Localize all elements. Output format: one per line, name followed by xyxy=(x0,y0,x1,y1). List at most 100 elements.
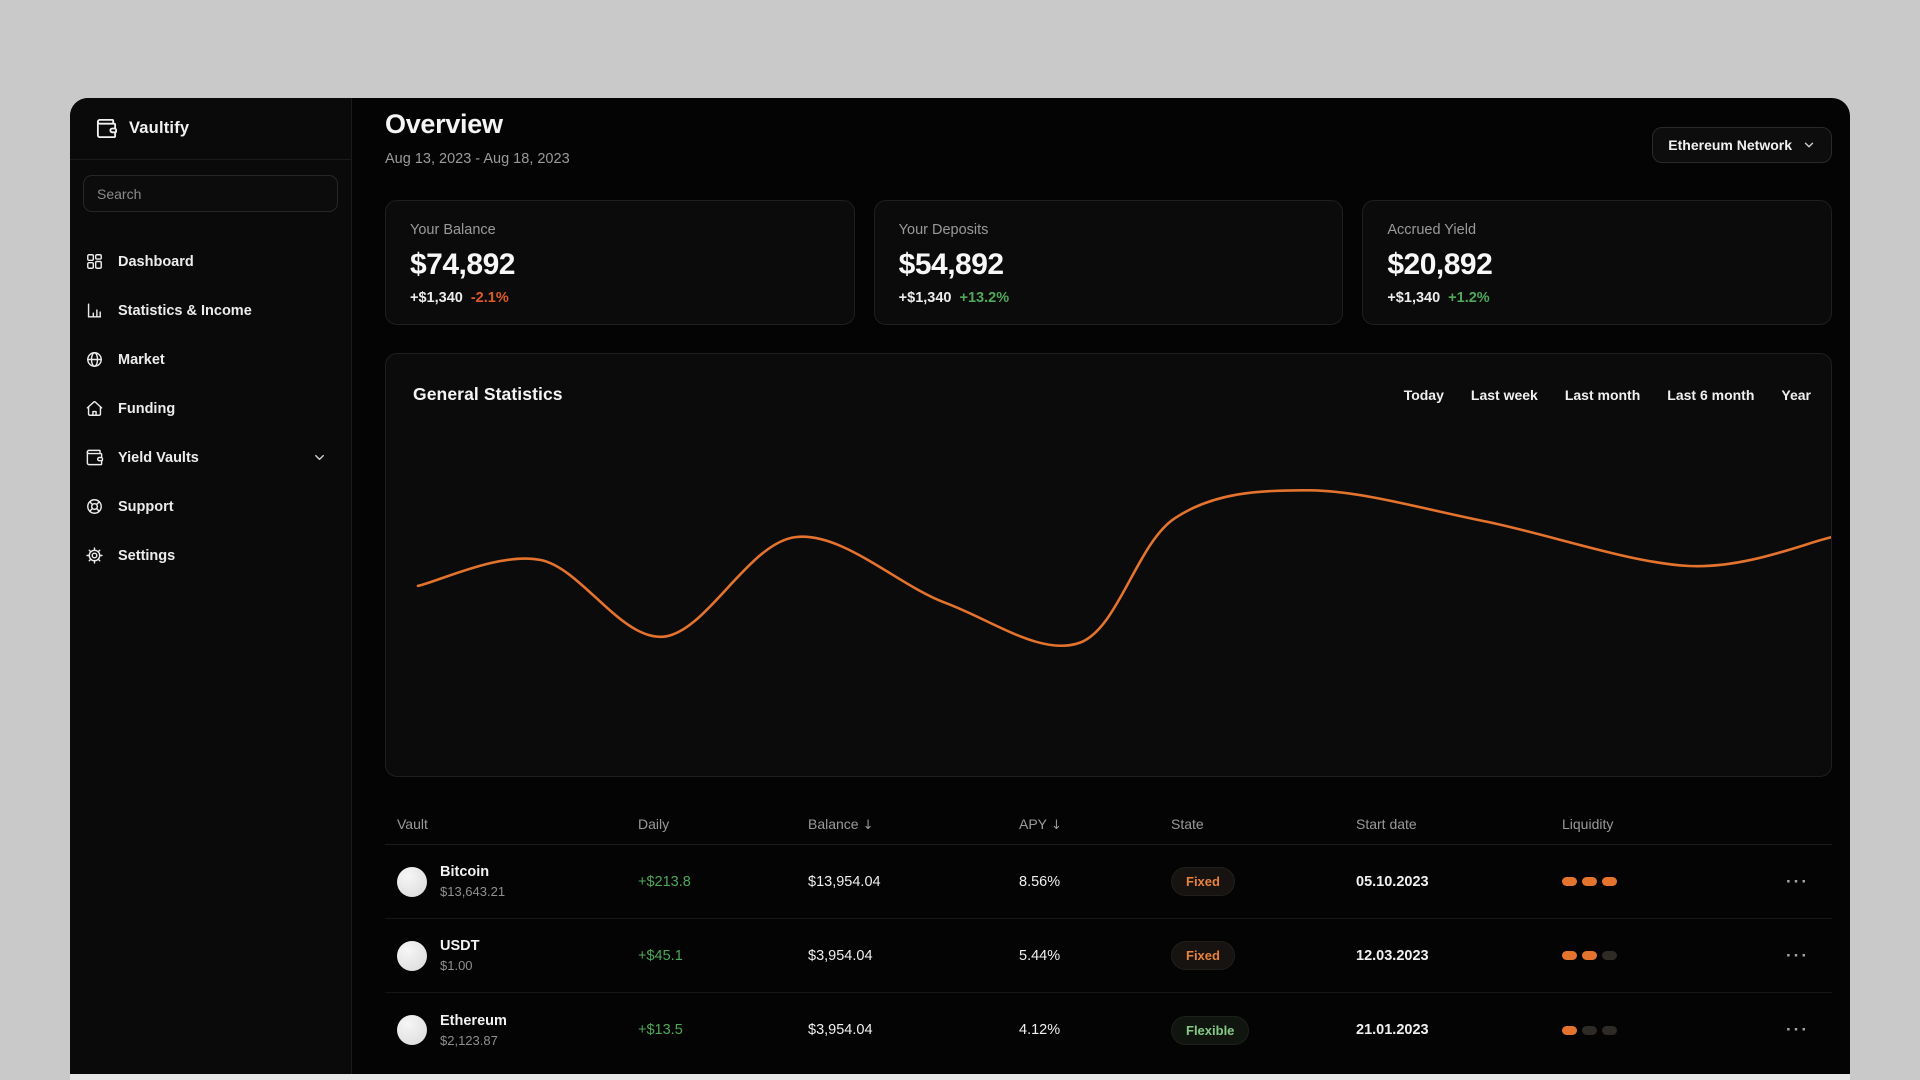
liquidity-indicator xyxy=(1562,877,1763,886)
coin-price: $1.00 xyxy=(440,958,473,973)
coin-avatar xyxy=(397,1015,427,1045)
sidebar-item-statistics[interactable]: Statistics & Income xyxy=(70,286,351,335)
vaults-table: Vault Daily Balance ↓ APY ↓ State Start da… xyxy=(385,804,1832,1067)
delta-amount: +$1,340 xyxy=(898,290,952,306)
sidebar-item-label: Statistics & Income xyxy=(118,302,252,319)
col-vault: Vault xyxy=(397,816,428,832)
stat-cards: Your Balance $74,892 +$1,340 -2.1% Your … xyxy=(385,200,1833,325)
app-window: Vaultify Dashboard Statistics & Income xyxy=(70,98,1850,1080)
coin-name: Bitcoin xyxy=(440,864,490,880)
start-date: 05.10.2023 xyxy=(1356,873,1429,890)
state-badge: Flexible xyxy=(1171,1015,1250,1045)
apy-value: 8.56% xyxy=(1019,873,1061,890)
table-header: Vault Daily Balance ↓ APY ↓ State Start da… xyxy=(385,804,1832,845)
sidebar-item-funding[interactable]: Funding xyxy=(70,384,351,433)
wallet-logo-icon xyxy=(95,117,118,140)
network-selector[interactable]: Ethereum Network xyxy=(1652,127,1832,163)
app-title: Vaultify xyxy=(129,119,190,137)
page-title: Overview xyxy=(385,109,503,139)
card-label: Your Deposits xyxy=(898,222,989,238)
chevron-down-icon xyxy=(1804,142,1814,148)
coin-avatar xyxy=(397,940,427,971)
daily-change: +$13.5 xyxy=(638,1022,683,1038)
sidebar-item-label: Settings xyxy=(118,547,176,564)
card-delta: +$1,340 +1.2% xyxy=(1387,290,1807,306)
col-state: State xyxy=(1171,816,1204,832)
logo: Vaultify xyxy=(70,98,351,160)
balance-value: $3,954.04 xyxy=(808,1022,873,1038)
liquidity-indicator xyxy=(1562,951,1763,960)
general-statistics-panel: General Statistics Today Last week Last … xyxy=(385,353,1832,777)
wallet-icon xyxy=(86,449,104,466)
daily-change: +$213.8 xyxy=(638,873,691,890)
sidebar-nav: Dashboard Statistics & Income Market Fun… xyxy=(70,237,351,580)
row-actions-button[interactable]: ··· xyxy=(1763,872,1832,892)
row-actions-button[interactable]: ··· xyxy=(1763,946,1832,966)
card-delta: +$1,340 +13.2% xyxy=(899,290,1319,306)
state-badge: Fixed xyxy=(1171,867,1235,896)
table-row-bitcoin[interactable]: Bitcoin $13,643.21 +$213.8 $13,954.04 8.… xyxy=(385,845,1832,919)
delta-percent: +13.2% xyxy=(959,290,1010,306)
sidebar: Vaultify Dashboard Statistics & Income xyxy=(70,98,352,1080)
col-start-date: Start date xyxy=(1356,816,1417,832)
col-liquidity: Liquidity xyxy=(1562,816,1614,832)
globe-icon xyxy=(87,352,102,367)
coin-name: Ethereum xyxy=(440,1012,507,1029)
main-content: Overview Aug 13, 2023 - Aug 18, 2023 Eth… xyxy=(352,98,1850,1080)
sidebar-item-label: Funding xyxy=(118,400,176,417)
sort-down-icon: ↓ xyxy=(1051,817,1062,833)
gear-icon xyxy=(86,547,103,564)
statistics-line-chart xyxy=(416,489,1831,648)
state-badge: Fixed xyxy=(1171,941,1235,970)
apy-value: 5.44% xyxy=(1019,947,1061,964)
card-value: $20,892 xyxy=(1387,248,1493,281)
lifebuoy-icon xyxy=(87,499,102,514)
apy-value: 4.12% xyxy=(1019,1022,1061,1038)
col-apy[interactable]: APY ↓ xyxy=(1019,816,1171,833)
card-value: $54,892 xyxy=(898,248,1004,281)
sidebar-item-settings[interactable]: Settings xyxy=(70,531,351,580)
search-input[interactable] xyxy=(83,175,338,212)
col-daily: Daily xyxy=(638,816,670,832)
sidebar-item-market[interactable]: Market xyxy=(70,335,351,384)
card-label: Your Balance xyxy=(410,222,496,238)
bottom-edge-strip xyxy=(70,1074,1850,1080)
balance-card: Your Balance $74,892 +$1,340 -2.1% xyxy=(385,200,855,325)
delta-percent: -2.1% xyxy=(470,290,509,306)
network-selector-label: Ethereum Network xyxy=(1668,137,1792,153)
sidebar-item-dashboard[interactable]: Dashboard xyxy=(70,237,351,286)
date-range: Aug 13, 2023 - Aug 18, 2023 xyxy=(385,151,570,167)
deposits-card: Your Deposits $54,892 +$1,340 +13.2% xyxy=(873,200,1344,325)
sidebar-item-label: Support xyxy=(118,498,174,515)
sidebar-item-yield-vaults[interactable]: Yield Vaults xyxy=(70,433,351,482)
coin-price: $2,123.87 xyxy=(440,1032,498,1048)
sidebar-item-support[interactable]: Support xyxy=(70,482,351,531)
card-label: Accrued Yield xyxy=(1387,222,1477,238)
sidebar-item-label: Yield Vaults xyxy=(118,449,199,466)
chevron-down-icon xyxy=(315,454,324,461)
delta-percent: +1.2% xyxy=(1448,290,1490,306)
sidebar-item-label: Market xyxy=(118,351,165,368)
delta-amount: +$1,340 xyxy=(1387,290,1441,306)
start-date: 21.01.2023 xyxy=(1356,1022,1429,1038)
start-date: 12.03.2023 xyxy=(1356,947,1429,964)
balance-value: $3,954.04 xyxy=(808,947,873,964)
sidebar-item-label: Dashboard xyxy=(118,253,194,270)
dashboard-icon xyxy=(87,254,102,269)
coin-price: $13,643.21 xyxy=(440,884,506,899)
table-row-ethereum[interactable]: Ethereum $2,123.87 +$13.5 $3,954.04 4.12… xyxy=(385,993,1832,1067)
sort-down-icon: ↓ xyxy=(862,817,874,833)
daily-change: +$45.1 xyxy=(638,947,683,964)
home-icon xyxy=(86,401,103,416)
delta-amount: +$1,340 xyxy=(410,290,463,306)
row-actions-button[interactable]: ··· xyxy=(1763,1020,1832,1040)
card-value: $74,892 xyxy=(410,248,515,281)
yield-card: Accrued Yield $20,892 +$1,340 +1.2% xyxy=(1362,200,1833,325)
coin-name: USDT xyxy=(440,938,480,954)
coin-avatar xyxy=(397,866,427,897)
card-delta: +$1,340 -2.1% xyxy=(410,290,830,306)
col-balance[interactable]: Balance ↓ xyxy=(808,816,1019,833)
bar-chart-icon xyxy=(87,303,102,318)
liquidity-indicator xyxy=(1562,1025,1763,1035)
table-row-usdt[interactable]: USDT $1.00 +$45.1 $3,954.04 5.44% Fixed … xyxy=(385,919,1832,993)
